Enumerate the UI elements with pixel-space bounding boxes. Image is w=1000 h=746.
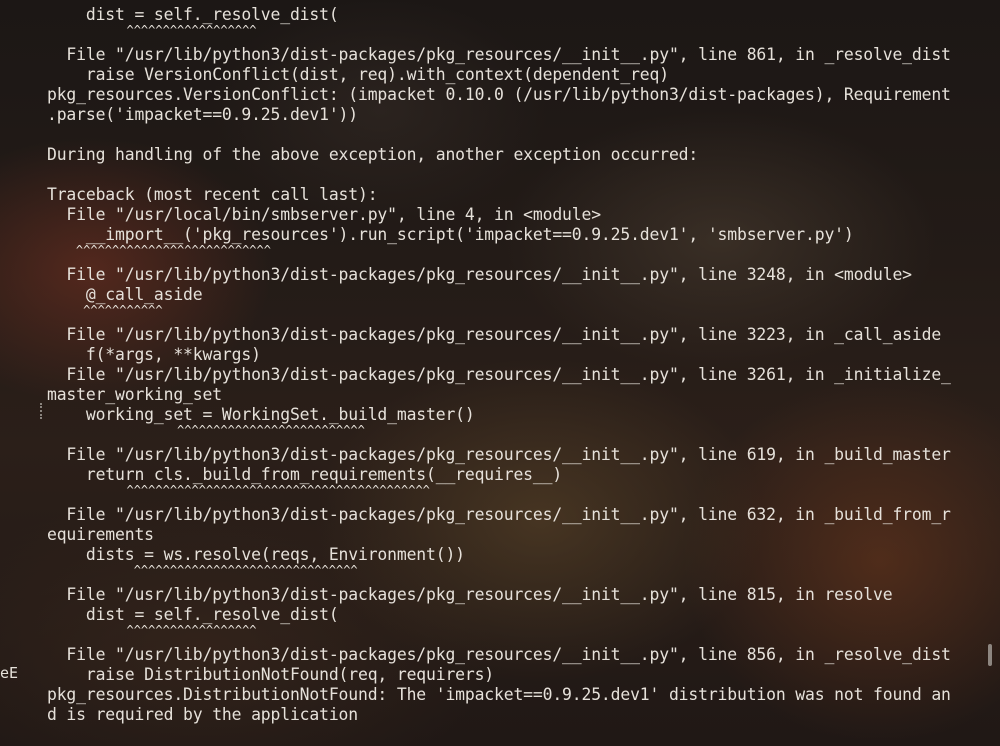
terminal-line: File "/usr/lib/python3/dist-packages/pkg… [47, 645, 951, 664]
terminal-line: working_set = WorkingSet._build_master() [47, 405, 475, 424]
error-caret-marker: ^^^^^^^^^^^ [47, 303, 163, 317]
terminal-line: During handling of the above exception, … [47, 145, 699, 164]
terminal-line: File "/usr/lib/python3/dist-packages/pkg… [47, 265, 912, 284]
terminal-line: dist = self._resolve_dist( [47, 5, 339, 24]
terminal-line: File "/usr/local/bin/smbserver.py", line… [47, 205, 601, 224]
terminal-line: Traceback (most recent call last): [47, 185, 378, 204]
side-pane-text: eE [0, 664, 19, 682]
terminal-line: dists = ws.resolve(reqs, Environment()) [47, 545, 465, 564]
terminal-line: File "/usr/lib/python3/dist-packages/pkg… [47, 445, 951, 464]
terminal-line: .parse('impacket==0.9.25.dev1')) [47, 105, 358, 124]
terminal-line: raise VersionConflict(dist, req).with_co… [47, 65, 669, 84]
error-caret-marker: ^^^^^^^^^^^^^^^^^^ [47, 623, 257, 637]
error-caret-marker: ^^^^^^^^^^^^^^^^^^^^^^^^^^^^^^^ [47, 563, 358, 577]
terminal-line: return cls._build_from_requirements(__re… [47, 465, 563, 484]
error-caret-marker: ^^^^^^^^^^^^^^^^^^ [47, 23, 257, 37]
terminal-line: File "/usr/lib/python3/dist-packages/pkg… [47, 325, 942, 344]
terminal-line: @_call_aside [47, 285, 203, 304]
terminal-line: master_working_set [47, 385, 222, 404]
error-caret-marker: ^^^^^^^^^^^^^^^^^^^^^^^^^^^^^^^^^^^^^^^^… [47, 483, 430, 497]
terminal-line: File "/usr/lib/python3/dist-packages/pkg… [47, 45, 951, 64]
scrollbar-thumb[interactable] [988, 644, 992, 666]
error-caret-marker: ^^^^^^^^^^^^^^^^^^^^^^^^^^ [47, 423, 365, 437]
terminal-line: d is required by the application [47, 705, 358, 724]
terminal-line: __import__('pkg_resources').run_script('… [47, 225, 854, 244]
terminal-line: File "/usr/lib/python3/dist-packages/pkg… [47, 585, 893, 604]
terminal-line: equirements [47, 525, 154, 544]
terminal-line: raise DistributionNotFound(req, requirer… [47, 665, 495, 684]
terminal-line: dist = self._resolve_dist( [47, 605, 339, 624]
terminal-line: File "/usr/lib/python3/dist-packages/pkg… [47, 365, 951, 384]
terminal-line: pkg_resources.DistributionNotFound: The … [47, 685, 951, 704]
terminal-line: f(*args, **kwargs) [47, 345, 261, 364]
terminal-output[interactable]: dist = self._resolve_dist( ^^^^^^^^^^^^^… [0, 0, 1000, 746]
terminal-line: File "/usr/lib/python3/dist-packages/pkg… [47, 505, 951, 524]
error-caret-marker: ^^^^^^^^^^^^^^^^^^^^^^^^^^^ [47, 243, 271, 257]
terminal-line: pkg_resources.VersionConflict: (impacket… [47, 85, 951, 104]
split-handle[interactable] [40, 403, 45, 419]
